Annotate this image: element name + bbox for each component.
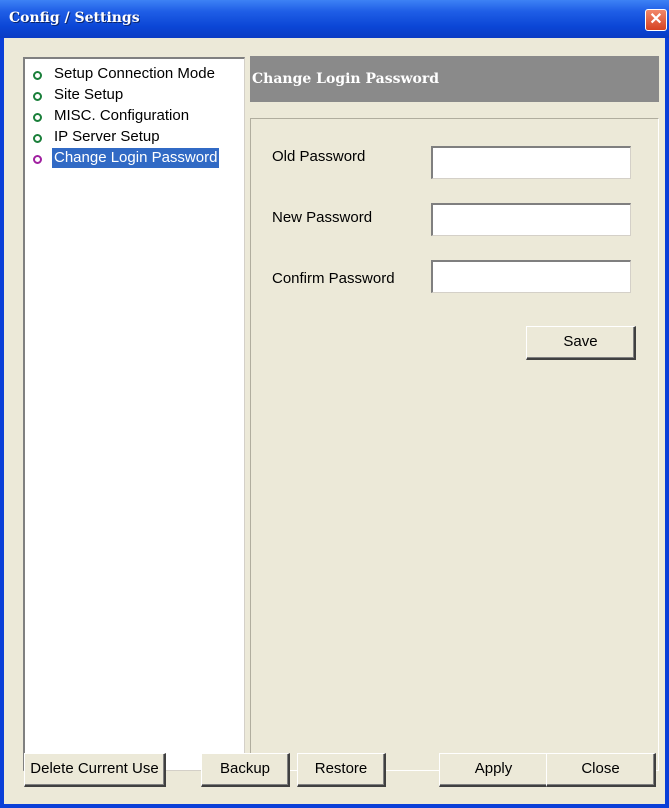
tree-bullet-icon	[33, 155, 42, 164]
settings-tree[interactable]: Setup Connection Mode Site Setup MISC. C…	[23, 57, 245, 771]
confirm-password-field[interactable]	[431, 260, 631, 293]
old-password-label: Old Password	[272, 148, 366, 165]
restore-button[interactable]: Restore	[297, 753, 386, 787]
confirm-password-label: Confirm Password	[272, 270, 395, 287]
tree-bullet-icon	[33, 113, 42, 122]
dialog-client-area: Setup Connection Mode Site Setup MISC. C…	[4, 38, 665, 804]
tree-item-label: Setup Connection Mode	[54, 65, 215, 82]
window-title: Config / Settings	[9, 10, 140, 26]
close-icon: ✕	[649, 11, 663, 28]
save-button[interactable]: Save	[526, 326, 636, 360]
delete-current-user-button[interactable]: Delete Current Use	[24, 753, 166, 787]
new-password-label: New Password	[272, 209, 373, 226]
tree-item-label: Change Login Password	[52, 148, 220, 168]
old-password-field[interactable]	[431, 146, 631, 179]
new-password-field[interactable]	[431, 203, 631, 236]
close-window-button[interactable]: ✕	[645, 9, 667, 31]
backup-button[interactable]: Backup	[201, 753, 290, 787]
apply-button[interactable]: Apply	[439, 753, 549, 787]
tree-item-label: MISC. Configuration	[54, 107, 190, 124]
close-button[interactable]: Close	[546, 753, 656, 787]
tree-item-label: Site Setup	[54, 86, 124, 103]
config-settings-window: Config / Settings ✕ Setup Connection Mod…	[0, 0, 669, 808]
tree-bullet-icon	[33, 92, 42, 101]
title-bar[interactable]: Config / Settings ✕	[0, 0, 669, 38]
tree-bullet-icon	[33, 71, 42, 80]
tree-bullet-icon	[33, 134, 42, 143]
panel-title: Change Login Password	[250, 56, 659, 102]
tree-item-label: IP Server Setup	[54, 128, 160, 145]
